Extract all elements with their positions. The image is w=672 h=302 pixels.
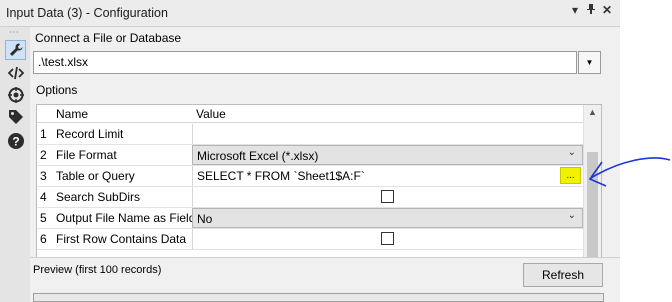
option-name: Table or Query bbox=[56, 169, 135, 183]
chevron-down-icon: ▼ bbox=[585, 58, 594, 67]
option-row-table-or-query[interactable]: 3 Table or Query SELECT * FROM `Sheet1$A… bbox=[37, 166, 583, 187]
chevron-down-icon[interactable]: ▾ bbox=[572, 3, 578, 17]
tag-tool-button[interactable] bbox=[5, 107, 26, 127]
option-row-search-subdirs[interactable]: 4 Search SubDirs bbox=[37, 187, 583, 208]
row-number: 1 bbox=[40, 127, 47, 141]
title-bar: Input Data (3) - Configuration ▾ ✕ bbox=[0, 0, 620, 27]
preview-label: Preview (first 100 records) bbox=[33, 264, 162, 276]
option-name: File Format bbox=[56, 148, 117, 162]
table-query-value: SELECT * FROM `Sheet1$A:F` bbox=[197, 169, 365, 183]
option-name: First Row Contains Data bbox=[56, 232, 187, 246]
option-row-record-limit[interactable]: 1 Record Limit bbox=[37, 124, 583, 145]
row-number: 6 bbox=[40, 232, 47, 246]
close-icon[interactable]: ✕ bbox=[602, 3, 612, 17]
refresh-button[interactable]: Refresh bbox=[523, 263, 603, 287]
svg-text:?: ? bbox=[12, 135, 19, 149]
table-query-input[interactable]: SELECT * FROM `Sheet1$A:F` ... bbox=[192, 166, 583, 186]
first-row-data-checkbox[interactable] bbox=[381, 232, 394, 245]
row-number: 2 bbox=[40, 148, 47, 162]
options-label: Options bbox=[36, 83, 78, 97]
record-limit-input[interactable] bbox=[192, 124, 583, 144]
grid-header: Name Value bbox=[37, 105, 583, 123]
search-subdirs-cell bbox=[192, 187, 583, 207]
code-tool-button[interactable] bbox=[5, 63, 26, 83]
scroll-up-icon[interactable]: ▲ bbox=[588, 107, 597, 117]
window-title: Input Data (3) - Configuration bbox=[6, 6, 168, 20]
option-name: Record Limit bbox=[56, 127, 124, 141]
file-dropdown-button[interactable]: ▼ bbox=[578, 51, 601, 74]
search-subdirs-checkbox[interactable] bbox=[381, 190, 394, 203]
query-builder-button[interactable]: ... bbox=[560, 167, 581, 184]
grip-dots: ⋯ bbox=[9, 27, 20, 38]
output-file-name-select[interactable]: No ⌄ bbox=[192, 208, 583, 228]
option-row-first-row-data[interactable]: 6 First Row Contains Data bbox=[37, 229, 583, 250]
preview-bar: Preview (first 100 records) Refresh bbox=[30, 257, 620, 291]
pin-icon[interactable] bbox=[586, 3, 596, 18]
option-row-file-format[interactable]: 2 File Format Microsoft Excel (*.xlsx) ⌄ bbox=[37, 145, 583, 166]
configuration-tool-button[interactable] bbox=[5, 40, 26, 60]
row-number: 4 bbox=[40, 190, 47, 204]
output-file-name-value: No bbox=[197, 212, 213, 226]
option-name: Search SubDirs bbox=[56, 190, 141, 204]
help-tool-button[interactable]: ? bbox=[5, 131, 26, 151]
preview-area bbox=[33, 293, 604, 302]
target-tool-button[interactable] bbox=[5, 85, 26, 105]
options-grid: Name Value 1 Record Limit 2 File Format … bbox=[36, 104, 602, 274]
configuration-content: Connect a File or Database .\test.xlsx ▼… bbox=[30, 27, 620, 302]
target-icon bbox=[7, 87, 24, 103]
annotation-arrow-icon bbox=[588, 157, 671, 187]
chevron-down-icon: ⌄ bbox=[567, 147, 576, 158]
file-format-value: Microsoft Excel (*.xlsx) bbox=[197, 149, 319, 163]
file-format-select[interactable]: Microsoft Excel (*.xlsx) ⌄ bbox=[192, 145, 583, 165]
connection-label: Connect a File or Database bbox=[35, 31, 182, 45]
row-number: 5 bbox=[40, 211, 47, 225]
column-header-value: Value bbox=[196, 107, 226, 121]
option-row-output-file-name[interactable]: 5 Output File Name as Field No ⌄ bbox=[37, 208, 583, 229]
configuration-panel: Input Data (3) - Configuration ▾ ✕ ⋯ ? C… bbox=[0, 0, 620, 302]
help-icon: ? bbox=[7, 133, 24, 149]
first-row-data-cell bbox=[192, 229, 583, 249]
row-number: 3 bbox=[40, 169, 47, 183]
option-name: Output File Name as Field bbox=[56, 211, 196, 225]
tool-sidebar: ⋯ ? bbox=[0, 27, 30, 302]
column-header-name: Name bbox=[56, 107, 89, 121]
file-path-input[interactable]: .\test.xlsx bbox=[33, 51, 577, 74]
chevron-down-icon: ⌄ bbox=[567, 210, 576, 221]
code-icon bbox=[7, 66, 24, 80]
wrench-icon bbox=[9, 43, 23, 56]
tag-icon bbox=[8, 110, 23, 124]
